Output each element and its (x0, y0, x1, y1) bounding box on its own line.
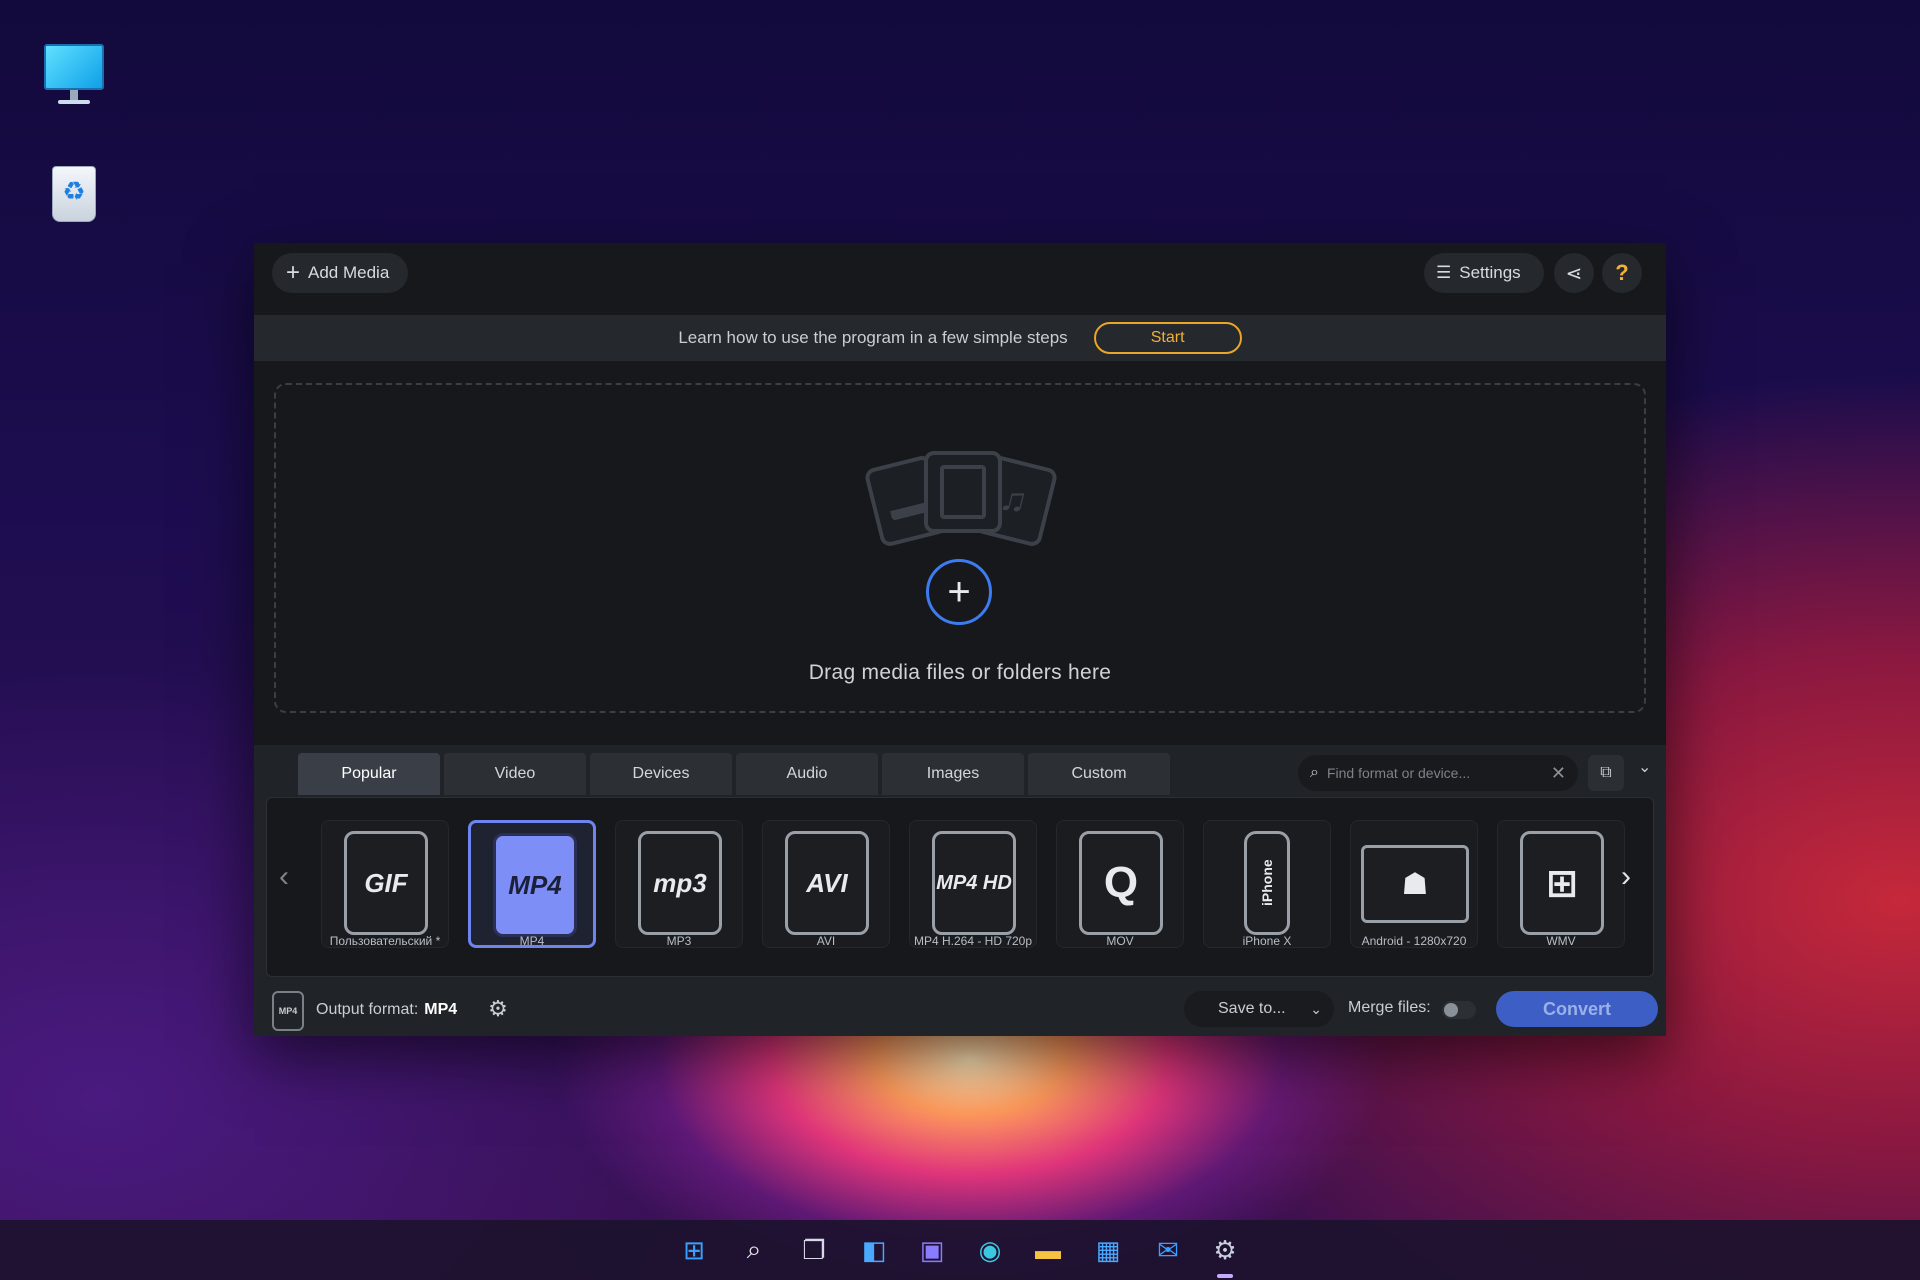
converter-app-icon[interactable]: ⚙ (1207, 1232, 1243, 1268)
help-button[interactable]: ? (1602, 253, 1642, 293)
tab-images[interactable]: Images (882, 753, 1024, 795)
chat-icon[interactable]: ▣ (914, 1232, 950, 1268)
task-view-icon[interactable]: ❐ (796, 1232, 832, 1268)
share-icon: ⋖ (1565, 262, 1583, 285)
settings-label: Settings (1459, 263, 1521, 282)
carousel-next-button[interactable]: › (1621, 860, 1631, 894)
search-icon: ⌕ (1310, 764, 1319, 781)
format-tile-wmv[interactable]: ⊞ (1497, 820, 1625, 948)
tutorial-banner: Learn how to use the program in a few si… (254, 315, 1666, 361)
format-label: Android - 1280x720 (1361, 934, 1467, 948)
save-to-label: Save to... (1218, 1000, 1286, 1017)
windows-logo-icon: ⊞ (1520, 831, 1604, 935)
format-tile-avi[interactable]: AVI (762, 820, 890, 948)
format-label: MP3 (666, 934, 692, 948)
save-to-button[interactable]: Save to... ⌄ (1184, 991, 1334, 1027)
format-label: MOV (1106, 934, 1134, 948)
search-icon[interactable]: ⌕ (736, 1232, 772, 1268)
format-label: MP4 (519, 934, 545, 948)
tutorial-text: Learn how to use the program in a few si… (678, 328, 1068, 347)
this-pc-desktop-icon[interactable] (40, 40, 108, 108)
sliders-icon: ☰ (1436, 263, 1452, 282)
format-search-field[interactable]: ⌕ Find format or device... ✕ (1298, 755, 1578, 791)
tab-custom[interactable]: Custom (1028, 753, 1170, 795)
mp3-format-icon: mp3 (638, 831, 722, 935)
tab-video[interactable]: Video (444, 753, 586, 795)
monitor-icon (44, 44, 104, 90)
add-media-button[interactable]: + Add Media (272, 253, 408, 293)
help-icon: ? (1615, 260, 1629, 285)
plus-icon: + (286, 259, 301, 286)
start-tutorial-button[interactable]: Start (1093, 322, 1242, 354)
format-tile-mov[interactable]: Q (1056, 820, 1184, 948)
chevron-down-icon[interactable]: ⌄ (1310, 1001, 1322, 1018)
format-panel: Popular Video Devices Audio Images Custo… (254, 745, 1666, 1036)
document-search-icon: ⧉ (1600, 764, 1612, 781)
preset-search-button[interactable]: ⧉ (1588, 755, 1624, 791)
format-tile-iphone[interactable]: iPhone (1203, 820, 1331, 948)
format-label: AVI (816, 934, 836, 948)
recycle-bin-desktop-icon[interactable]: ♻ (40, 160, 108, 228)
recycle-symbol-icon: ♻ (62, 176, 86, 206)
settings-button[interactable]: ☰ Settings (1424, 253, 1544, 293)
top-toolbar: + Add Media ☰ Settings ⋖ ? (254, 243, 1666, 315)
avi-format-icon: AVI (785, 831, 869, 935)
store-icon[interactable]: ▦ (1090, 1232, 1126, 1268)
output-settings-button[interactable]: ⚙ (482, 993, 514, 1025)
iphone-icon: iPhone (1244, 831, 1290, 935)
quicktime-icon: Q (1079, 831, 1163, 935)
search-placeholder: Find format or device... (1326, 765, 1471, 781)
output-format-label: Output format: (316, 1001, 419, 1018)
output-format-value: MP4 (424, 1001, 458, 1018)
taskbar: ⊞ ⌕ ❐ ◧ ▣ ◉ ▬ ▦ ✉ ⚙ (0, 1220, 1920, 1280)
format-tile-mp4-hd[interactable]: MP4 HD (909, 820, 1037, 948)
format-tabs: Popular Video Devices Audio Images Custo… (298, 753, 1170, 795)
clear-search-icon[interactable]: ✕ (1551, 763, 1566, 784)
tab-audio[interactable]: Audio (736, 753, 878, 795)
edge-browser-icon[interactable]: ◉ (972, 1232, 1008, 1268)
mail-icon[interactable]: ✉ (1150, 1232, 1186, 1268)
media-dropzone[interactable]: ♫ + Drag media files or folders here (274, 383, 1646, 713)
collapse-panel-button[interactable]: ⌄ (1638, 757, 1651, 777)
tab-popular[interactable]: Popular (298, 753, 440, 795)
active-app-indicator (1217, 1274, 1233, 1278)
format-label: MP4 H.264 - HD 720p (913, 934, 1033, 948)
converter-window: + Add Media ☰ Settings ⋖ ? Learn how to … (254, 243, 1666, 1036)
widgets-icon[interactable]: ◧ (856, 1232, 892, 1268)
format-tile-mp4[interactable]: MP4 (468, 820, 596, 948)
format-label: Пользовательский * (329, 934, 441, 948)
format-tile-gif[interactable]: GIF (321, 820, 449, 948)
mp4-format-icon: MP4 (493, 833, 577, 937)
gear-icon: ⚙ (488, 996, 508, 1021)
media-cards-icon: ♫ (856, 451, 1066, 549)
output-bar: MP4 Output format: MP4 ⚙ Save to... ⌄ Mer… (254, 985, 1666, 1036)
file-explorer-icon[interactable]: ▬ (1030, 1232, 1066, 1268)
film-card-icon (924, 451, 1002, 533)
format-tile-android[interactable]: ☗ (1350, 820, 1478, 948)
chevron-down-icon: ⌄ (1638, 759, 1652, 776)
output-format-icon: MP4 (272, 991, 304, 1031)
format-label: iPhone X (1242, 934, 1292, 948)
format-tile-mp3[interactable]: mp3 (615, 820, 743, 948)
add-files-plus-button[interactable]: + (926, 559, 992, 625)
tab-devices[interactable]: Devices (590, 753, 732, 795)
convert-button[interactable]: Convert (1496, 991, 1658, 1027)
add-media-label: Add Media (308, 263, 390, 282)
format-carousel: ‹ GIF Пользовательский * MP4 MP4 mp3 MP3… (266, 797, 1654, 977)
android-icon: ☗ (1401, 867, 1429, 901)
merge-files-toggle[interactable] (1442, 1001, 1476, 1019)
carousel-prev-button[interactable]: ‹ (279, 860, 289, 894)
merge-files-label: Merge files: (1348, 999, 1431, 1016)
dropzone-text: Drag media files or folders here (808, 661, 1112, 684)
gif-format-icon: GIF (344, 831, 428, 935)
mp4-hd-format-icon: MP4 HD (932, 831, 1016, 935)
share-button[interactable]: ⋖ (1554, 253, 1594, 293)
start-windows-icon[interactable]: ⊞ (676, 1232, 712, 1268)
android-tablet-icon: ☗ (1361, 845, 1469, 923)
format-label: WMV (1546, 934, 1576, 948)
